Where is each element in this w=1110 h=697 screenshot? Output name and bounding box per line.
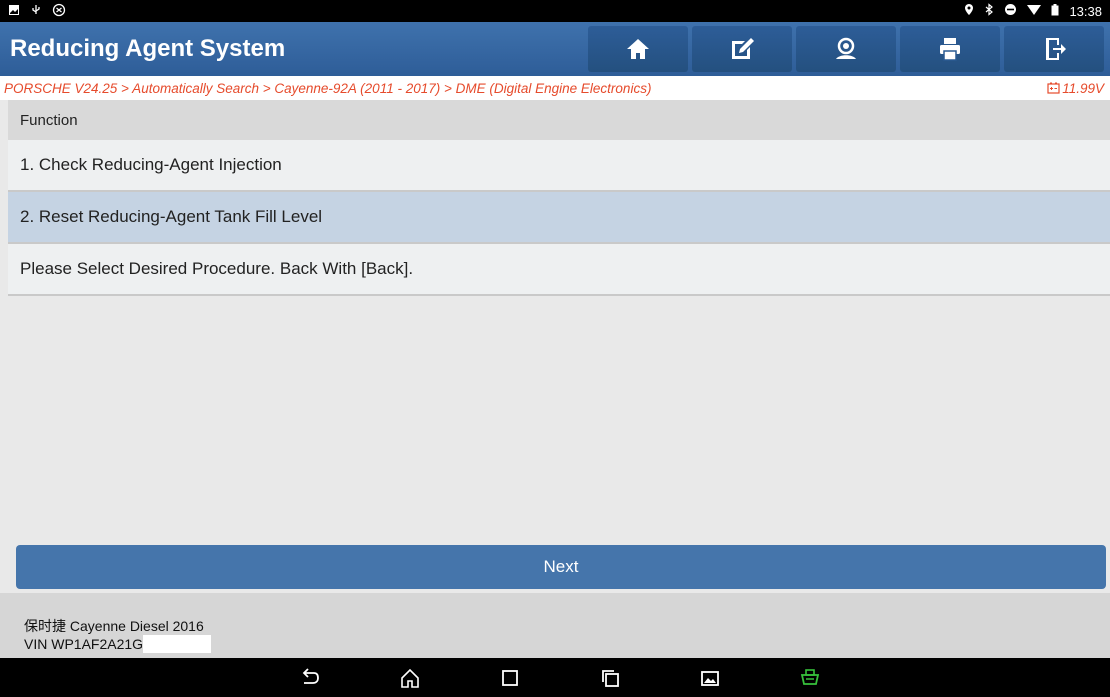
voltage-value: 11.99V — [1062, 80, 1104, 96]
edit-icon — [732, 38, 754, 59]
function-list: Function 1. Check Reducing-Agent Injecti… — [8, 100, 1110, 541]
location-icon — [964, 3, 974, 19]
app-header: Reducing Agent System — [0, 22, 1110, 76]
edit-button[interactable] — [692, 26, 792, 72]
do-not-disturb-icon — [1004, 3, 1017, 19]
obd-connector-icon — [800, 669, 820, 685]
exit-icon — [1046, 38, 1066, 60]
overlap-squares-icon — [602, 670, 619, 687]
voltage-indicator: 11.99V — [1047, 81, 1104, 96]
diagnostic-connector-button[interactable] — [798, 666, 822, 690]
home-icon — [627, 39, 649, 59]
home-nav-button[interactable] — [398, 666, 422, 690]
gallery-notification-icon — [8, 4, 20, 19]
battery-voltage-icon — [1047, 82, 1060, 94]
table-header: Function — [8, 100, 1110, 140]
vin-text: VIN WP1AF2A21G — [24, 636, 144, 652]
square-icon — [502, 670, 518, 686]
home-outline-icon — [401, 668, 419, 688]
vin-row: VIN WP1AF2A21G — [24, 635, 1110, 653]
page-title: Reducing Agent System — [10, 35, 286, 62]
print-button[interactable] — [900, 26, 1000, 72]
function-item-check-injection[interactable]: 1. Check Reducing-Agent Injection — [8, 140, 1110, 192]
breadcrumb: PORSCHE V24.25 > Automatically Search > … — [0, 76, 1110, 100]
instruction-message: Please Select Desired Procedure. Back Wi… — [8, 244, 1110, 296]
screenshot-button[interactable] — [698, 666, 722, 690]
print-icon — [940, 38, 960, 61]
multiwindow-button[interactable] — [598, 666, 622, 690]
debug-icon — [52, 3, 66, 20]
battery-icon — [1051, 3, 1059, 19]
exit-button[interactable] — [1004, 26, 1104, 72]
back-button[interactable] — [298, 666, 322, 690]
function-item-reset-tank-level[interactable]: 2. Reset Reducing-Agent Tank Fill Level — [8, 192, 1110, 244]
back-icon — [302, 668, 319, 684]
breadcrumb-path: PORSCHE V24.25 > Automatically Search > … — [4, 80, 652, 96]
status-bar: 13:38 — [0, 0, 1110, 22]
vehicle-info: 保时捷 Cayenne Diesel 2016 VIN WP1AF2A21G — [0, 593, 1110, 658]
recents-button[interactable] — [498, 666, 522, 690]
user-icon — [836, 37, 856, 59]
vehicle-name: 保时捷 Cayenne Diesel 2016 — [24, 618, 204, 634]
next-button[interactable]: Next — [16, 545, 1106, 589]
clock: 13:38 — [1069, 3, 1102, 19]
bluetooth-icon — [984, 3, 994, 19]
user-button[interactable] — [796, 26, 896, 72]
wifi-icon — [1027, 4, 1042, 19]
android-nav-bar — [0, 658, 1110, 697]
home-button[interactable] — [588, 26, 688, 72]
usb-icon — [30, 4, 42, 19]
vin-redaction — [143, 635, 212, 653]
image-icon — [701, 671, 719, 686]
